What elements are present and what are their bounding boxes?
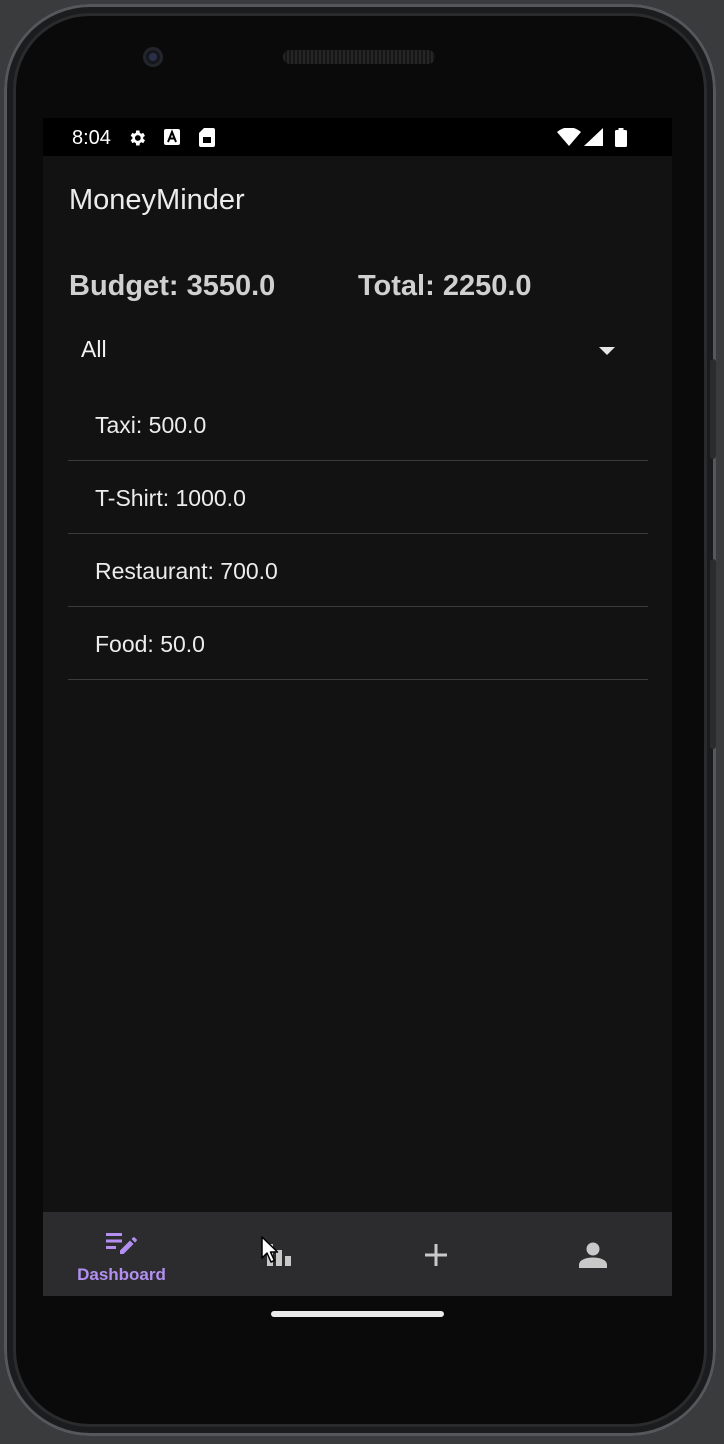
list-item[interactable]: Taxi: 500.0	[68, 388, 648, 461]
app-title: MoneyMinder	[69, 184, 245, 216]
add-icon	[424, 1244, 447, 1271]
dropdown-selected-value: All	[81, 336, 107, 362]
expense-label: Restaurant: 700.0	[95, 558, 278, 584]
app-screen: 8:04 MoneyMinder Budget: 3550.0 Total: 2…	[43, 118, 672, 1296]
expense-list: Taxi: 500.0 T-Shirt: 1000.0 Restaurant: …	[68, 388, 648, 680]
list-item[interactable]: T-Shirt: 1000.0	[68, 461, 648, 534]
nav-item-add[interactable]	[357, 1212, 514, 1296]
person-icon	[578, 1242, 607, 1273]
expense-label: T-Shirt: 1000.0	[95, 485, 246, 511]
status-time: 8:04	[72, 127, 111, 149]
home-indicator[interactable]	[271, 1311, 444, 1317]
sim-card-icon	[199, 128, 215, 152]
budget-label: Budget: 3550.0	[69, 270, 276, 302]
expense-label: Food: 50.0	[95, 631, 205, 657]
category-filter-dropdown[interactable]: All	[69, 324, 625, 372]
nav-label-dashboard: Dashboard	[77, 1265, 166, 1284]
wifi-icon	[557, 127, 581, 151]
font-a-icon	[163, 128, 181, 151]
gear-icon	[127, 128, 147, 153]
battery-icon	[615, 128, 627, 152]
list-item[interactable]: Food: 50.0	[68, 607, 648, 680]
nav-item-dashboard[interactable]: Dashboard	[43, 1212, 200, 1296]
bottom-navigation-bar: Dashboard	[43, 1212, 672, 1296]
volume-button	[710, 559, 716, 749]
status-bar: 8:04	[43, 118, 672, 156]
nav-item-profile[interactable]	[514, 1212, 671, 1296]
earpiece-speaker	[283, 50, 435, 64]
mouse-cursor-icon	[261, 1236, 279, 1269]
power-button	[710, 359, 716, 459]
dashboard-edit-icon	[105, 1232, 138, 1261]
front-camera	[143, 47, 163, 67]
cellular-signal-icon	[584, 128, 603, 151]
dropdown-arrow-icon	[599, 343, 615, 361]
expense-label: Taxi: 500.0	[95, 412, 207, 438]
list-item[interactable]: Restaurant: 700.0	[68, 534, 648, 607]
total-label: Total: 2250.0	[358, 270, 532, 302]
